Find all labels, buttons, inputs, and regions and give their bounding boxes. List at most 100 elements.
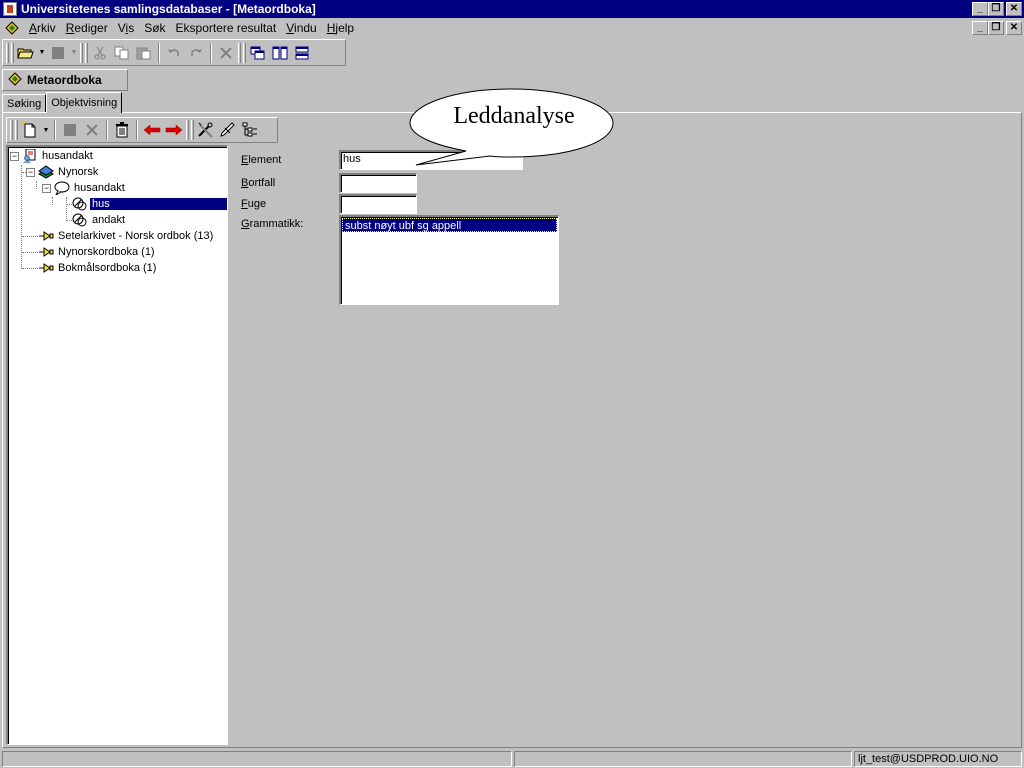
tree-connector — [22, 268, 38, 269]
tree-node[interactable]: − husandakt — [42, 180, 127, 197]
document-title: Metaordboka — [27, 73, 102, 87]
toolbar-grip[interactable] — [191, 120, 194, 140]
tile-horizontal-icon[interactable] — [291, 43, 313, 63]
toolbar-grip[interactable] — [10, 120, 13, 140]
toolbar-separator — [210, 42, 212, 63]
tree-connector — [22, 236, 38, 237]
menu-bar: Arkiv Rediger Vis Søk Eksportere resulta… — [0, 18, 1024, 38]
list-item[interactable]: subst nøyt ubf sg appell — [342, 218, 557, 232]
menu-eksportere-resultat[interactable]: Eksportere resultat — [171, 19, 282, 37]
tree-connector — [22, 252, 38, 253]
paste-icon — [133, 43, 155, 63]
hierarchy-icon[interactable] — [239, 120, 261, 140]
toolbar-grip[interactable] — [6, 42, 9, 63]
tile-vertical-icon[interactable] — [269, 43, 291, 63]
stop-icon — [59, 120, 81, 140]
undo-icon — [163, 43, 185, 63]
title-bar: Universitetenes samlingsdatabaser - [Met… — [0, 0, 1024, 18]
menu-rediger[interactable]: Rediger — [61, 19, 113, 37]
tree-node-label: hus — [90, 198, 227, 210]
object-tree[interactable]: − husandakt − Nynorsk − husandakt hus an… — [6, 145, 228, 745]
collapse-icon[interactable]: − — [26, 167, 35, 177]
tree-node[interactable]: andakt — [72, 212, 127, 228]
collapse-icon[interactable]: − — [10, 151, 19, 161]
mdi-close-button[interactable]: ✕ — [1006, 21, 1022, 35]
tab-objektvisning[interactable]: Objektvisning — [46, 92, 123, 113]
toolbar-grip[interactable] — [15, 120, 18, 140]
status-panel-main — [2, 751, 512, 767]
status-panel-user: ljt_test@USDPROD.UIO.NO — [854, 751, 1022, 767]
toolbar-grip[interactable] — [238, 42, 241, 63]
status-panel-middle — [514, 751, 852, 767]
save-icon — [47, 43, 69, 63]
key-arrow-icon — [38, 245, 54, 259]
mdi-minimize-button[interactable]: _ — [972, 21, 988, 35]
cut-icon — [89, 43, 111, 63]
minimize-button[interactable]: _ — [972, 2, 988, 16]
tree-node[interactable]: − Nynorsk — [26, 164, 100, 180]
tab-soking[interactable]: Søking — [2, 94, 47, 113]
toolbar-grip[interactable] — [80, 42, 83, 63]
books-icon — [38, 165, 54, 179]
tree-connector — [21, 165, 22, 269]
toolbar-separator — [54, 120, 56, 140]
window-controls: _ ❐ ✕ — [972, 2, 1022, 16]
tools-icon[interactable] — [195, 120, 217, 140]
redo-icon — [185, 43, 207, 63]
chevron-down-icon[interactable]: ▼ — [37, 43, 47, 63]
tree-node[interactable]: Setelarkivet - Norsk ordbok (13) — [38, 228, 215, 244]
cascade-windows-icon[interactable] — [247, 43, 269, 63]
tree-node-label: husandakt — [42, 150, 93, 162]
tree-connector — [52, 197, 53, 205]
edit-pencil-icon[interactable] — [217, 120, 239, 140]
toolbar-grip[interactable] — [11, 42, 14, 63]
window-title: Universitetenes samlingsdatabaser - [Met… — [21, 2, 316, 16]
mdi-controls: _ ❐ ✕ — [972, 21, 1022, 35]
collapse-icon[interactable]: − — [42, 183, 51, 193]
main-toolbar: ▼ ▼ — [2, 39, 346, 66]
new-document-icon[interactable] — [19, 120, 41, 140]
menu-hjelp[interactable]: Hjelp — [322, 19, 359, 37]
fuge-label: Fuge — [241, 198, 267, 210]
menu-sok[interactable]: Søk — [139, 19, 170, 37]
mdi-restore-button[interactable]: ❐ — [988, 21, 1004, 35]
app-icon[interactable] — [3, 2, 17, 16]
speech-bubble-icon — [54, 181, 70, 197]
document-header: Metaordboka — [2, 69, 128, 91]
tree-node-label: husandakt — [74, 182, 125, 194]
tree-node[interactable]: Nynorskordboka (1) — [38, 244, 157, 260]
leddanalyse-callout: Leddanalyse — [408, 87, 614, 173]
toolbar-grip[interactable] — [243, 42, 246, 63]
toolbar-grip[interactable] — [85, 42, 88, 63]
trash-icon[interactable] — [111, 120, 133, 140]
cancel-icon — [81, 120, 103, 140]
chevron-down-icon[interactable]: ▼ — [41, 120, 51, 140]
chain-link-icon — [72, 213, 88, 227]
toolbar-separator — [106, 120, 108, 140]
key-arrow-icon — [38, 261, 54, 275]
toolbar-separator — [158, 42, 160, 63]
tree-connector — [66, 197, 67, 221]
document-system-icon[interactable] — [4, 20, 20, 36]
tree-node[interactable]: hus — [72, 196, 227, 212]
view-tabs: Søking Objektvisning — [2, 92, 123, 113]
grammatikk-listbox[interactable]: subst nøyt ubf sg appell — [339, 215, 559, 305]
metaordboka-icon — [7, 71, 23, 90]
arrow-left-icon[interactable] — [141, 120, 163, 140]
element-label: Element — [241, 154, 282, 166]
tree-node[interactable]: − husandakt — [10, 148, 95, 164]
bortfall-field[interactable] — [339, 173, 417, 193]
menu-vis[interactable]: Vis — [113, 19, 139, 37]
menu-arkiv[interactable]: Arkiv — [24, 19, 61, 37]
menu-vindu[interactable]: Vindu — [281, 19, 321, 37]
object-toolbar: ▼ — [6, 117, 278, 143]
toolbar-grip[interactable] — [186, 120, 189, 140]
fuge-field[interactable] — [339, 194, 417, 214]
chevron-down-icon: ▼ — [70, 49, 78, 56]
copy-icon — [111, 43, 133, 63]
tree-node[interactable]: Bokmålsordboka (1) — [38, 260, 158, 276]
restore-button[interactable]: ❐ — [988, 2, 1004, 16]
arrow-right-icon[interactable] — [163, 120, 185, 140]
close-button[interactable]: ✕ — [1006, 2, 1022, 16]
open-folder-icon[interactable] — [15, 43, 37, 63]
